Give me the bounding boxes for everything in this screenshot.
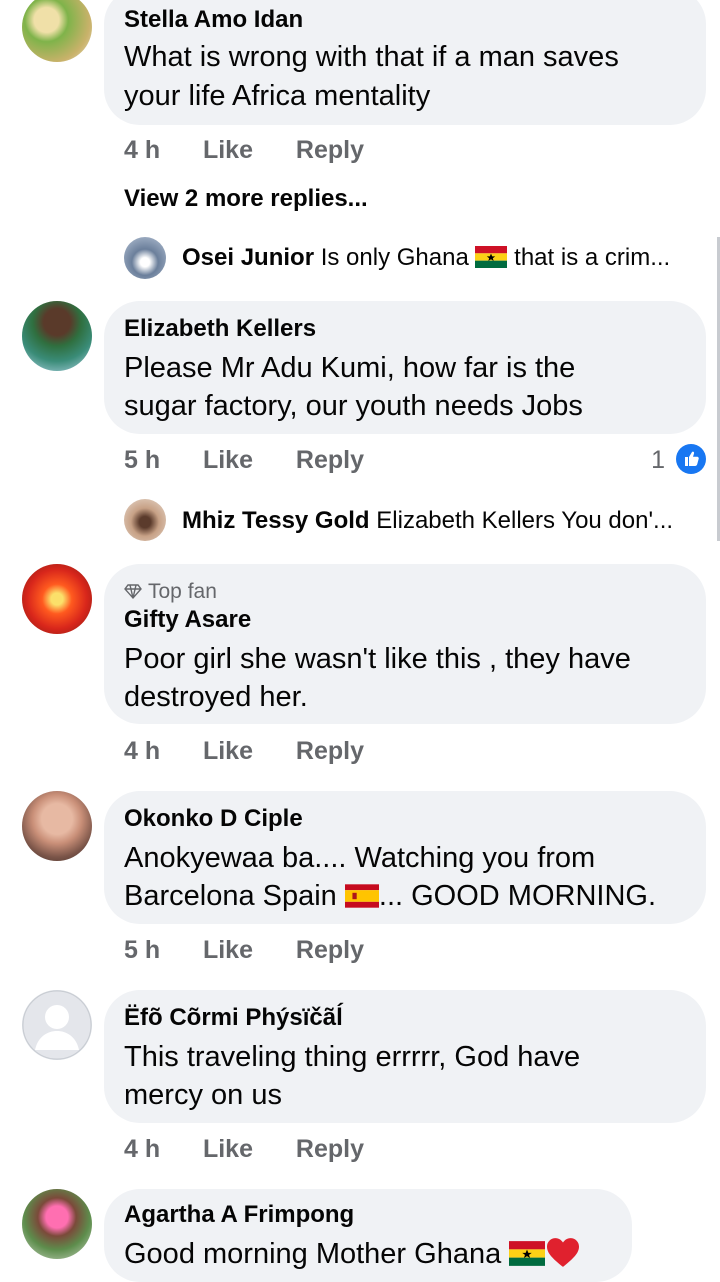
comment-text-line: Anokyewaa ba.... Watching you from <box>124 842 596 874</box>
comment-text-segment: ... GOOD MORNING. <box>378 880 657 912</box>
reply-button[interactable]: Reply <box>296 1135 364 1164</box>
avatar[interactable] <box>124 499 166 541</box>
like-reaction-icon <box>676 444 706 474</box>
reply-author: Osei Junior <box>182 244 315 271</box>
reply-button[interactable]: Reply <box>296 446 364 475</box>
comment-time: 4 h <box>124 136 161 164</box>
reaction-count: 1 <box>651 446 666 474</box>
comment-bubble: Top fan Gifty Asare Poor girl she wasn't… <box>104 564 706 724</box>
comment-text-line: Please Mr Adu Kumi, how far is the <box>124 352 576 384</box>
comment-bubble: Elizabeth Kellers Please Mr Adu Kumi, ho… <box>104 301 706 434</box>
like-button[interactable]: Like <box>203 936 289 965</box>
comment-text-segment: Good morning Mother Ghana <box>124 1238 502 1270</box>
avatar[interactable] <box>22 791 92 861</box>
diamond-icon <box>124 584 142 600</box>
comment-text-line: What is wrong with that if a man saves <box>124 41 619 73</box>
avatar[interactable] <box>124 237 166 279</box>
comment-time: 5 h <box>124 936 161 964</box>
comment-time: 4 h <box>124 1135 161 1163</box>
spain-flag-icon <box>344 884 379 908</box>
top-fan-label: Top fan <box>148 580 217 603</box>
reply-button[interactable]: Reply <box>296 737 364 766</box>
comment-author[interactable]: Agartha A Frimpong <box>124 1201 354 1229</box>
comment-actions: 5 h Like Reply <box>124 446 364 475</box>
avatar[interactable] <box>22 301 92 371</box>
avatar[interactable] <box>22 990 92 1060</box>
comment-actions: 4 h Like Reply <box>124 737 364 766</box>
comment-text-line: Good morning Mother Ghana <box>124 1235 581 1273</box>
comment-bubble: Ëfõ Cõrmi Phýsïčãĺ This traveling thing … <box>104 990 706 1123</box>
reaction-summary[interactable]: 1 <box>651 444 706 475</box>
like-button[interactable]: Like <box>203 446 289 475</box>
comment-time: 5 h <box>124 446 161 474</box>
reply-button[interactable]: Reply <box>296 936 364 965</box>
reply-button[interactable]: Reply <box>296 136 364 165</box>
comments-feed: Stella Amo Idan What is wrong with that … <box>0 0 720 1282</box>
like-button[interactable]: Like <box>203 136 289 165</box>
ghana-flag-icon <box>475 246 508 268</box>
ghana-flag-icon <box>509 1241 546 1266</box>
comment-bubble: Stella Amo Idan What is wrong with that … <box>104 0 706 125</box>
comment-author[interactable]: Okonko D Ciple <box>124 805 303 833</box>
comment-author[interactable]: Stella Amo Idan <box>124 6 303 34</box>
comment-actions: 4 h Like Reply <box>124 136 364 165</box>
comment-actions: 5 h Like Reply <box>124 936 364 965</box>
comment-text-line: Poor girl she wasn't like this , they ha… <box>124 643 631 675</box>
comment-text-line: destroyed her. <box>124 681 308 713</box>
top-fan-badge: Top fan <box>124 580 217 604</box>
reply-preview[interactable]: Osei Junior Is only Ghana that is a crim… <box>182 244 670 272</box>
view-more-replies-link[interactable]: View 2 more replies... <box>124 185 368 213</box>
comment-text-line: This traveling thing errrrr, God have <box>124 1041 581 1073</box>
comment-author[interactable]: Ëfõ Cõrmi Phýsïčãĺ <box>124 1004 343 1032</box>
avatar[interactable] <box>22 1189 92 1259</box>
reply-author: Mhiz Tessy Gold <box>182 507 370 534</box>
comment-actions: 4 h Like Reply <box>124 1135 364 1164</box>
comment-time: 4 h <box>124 737 161 765</box>
comment-text-line: sugar factory, our youth needs Jobs <box>124 390 583 422</box>
comment-text-line: Barcelona Spain ... GOOD MORNING. <box>124 877 656 915</box>
comment-bubble: Okonko D Ciple Anokyewaa ba.... Watching… <box>104 791 706 924</box>
avatar[interactable] <box>22 0 92 62</box>
default-profile-icon <box>22 990 92 1060</box>
reply-preview[interactable]: Mhiz Tessy Gold Elizabeth Kellers You do… <box>182 507 673 535</box>
comment-text-line: your life Africa mentality <box>124 80 431 112</box>
like-button[interactable]: Like <box>203 1135 289 1164</box>
reply-text: that is a crim... <box>514 244 671 271</box>
like-button[interactable]: Like <box>203 737 289 766</box>
comment-author[interactable]: Elizabeth Kellers <box>124 315 316 343</box>
reply-text: Is only Ghana <box>320 244 469 271</box>
comment-text-segment: Barcelona Spain <box>124 880 337 912</box>
reply-text: Elizabeth Kellers You don'... <box>376 507 674 534</box>
avatar[interactable] <box>22 564 92 634</box>
comment-bubble: Agartha A Frimpong Good morning Mother G… <box>104 1189 632 1282</box>
comment-text-line: mercy on us <box>124 1079 282 1111</box>
comment-author[interactable]: Gifty Asare <box>124 606 251 634</box>
red-heart-icon <box>547 1238 580 1267</box>
